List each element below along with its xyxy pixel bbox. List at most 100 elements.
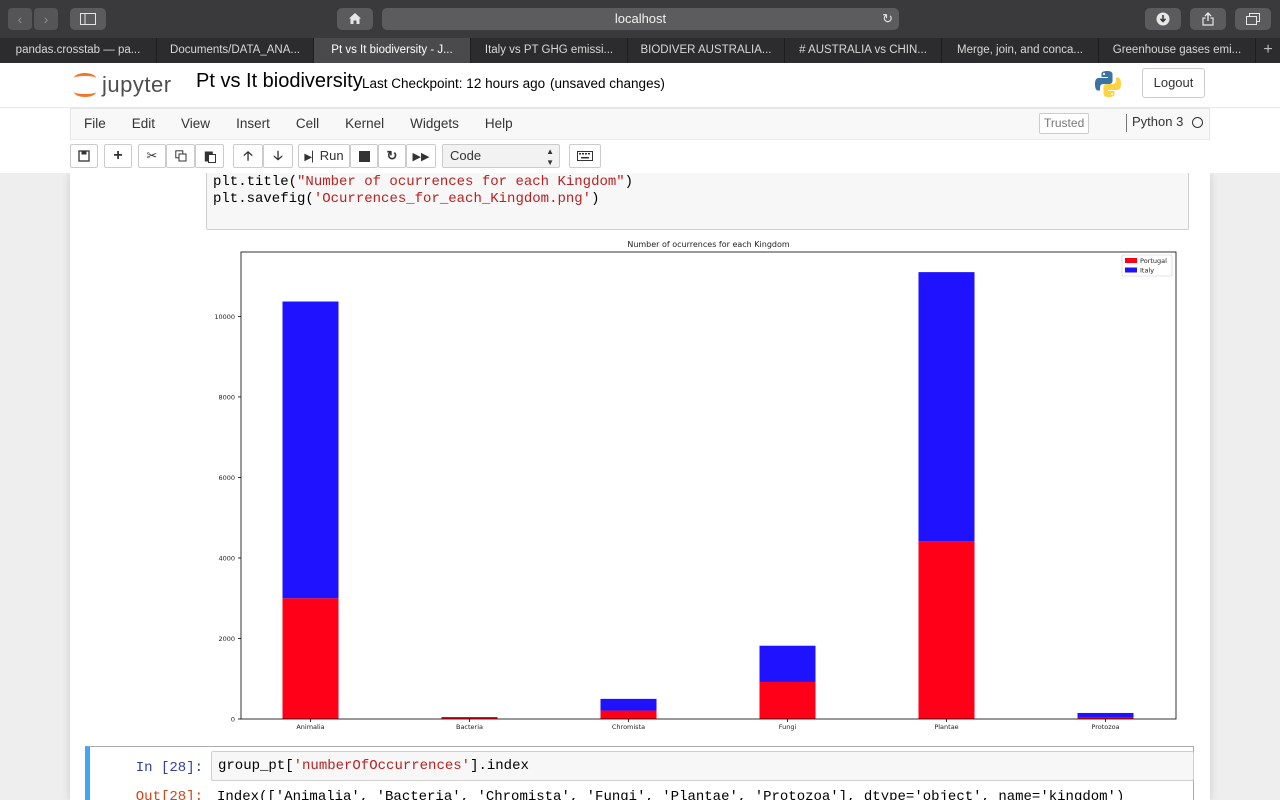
notebook-title[interactable]: Pt vs It biodiversity xyxy=(196,70,363,93)
kernel-name[interactable]: Python 3 xyxy=(1132,114,1183,129)
arrow-down-icon: 🡣 xyxy=(273,148,283,163)
logout-button[interactable]: Logout xyxy=(1142,68,1205,98)
x-tick-label: Protozoa xyxy=(1091,723,1119,731)
address-bar[interactable]: localhost ↻ xyxy=(382,8,899,30)
reload-icon[interactable]: ↻ xyxy=(882,8,893,30)
home-icon xyxy=(349,13,361,24)
command-palette-button[interactable] xyxy=(569,144,601,168)
paste-cells-button[interactable] xyxy=(195,144,224,168)
menubar-container: File Edit View Insert Cell Kernel Widget… xyxy=(0,107,1280,173)
bar-italy-chromista xyxy=(600,698,657,711)
code-input-area[interactable]: group_pt['numberOfOccurrences'].index xyxy=(211,751,1194,781)
bar-portugal-fungi xyxy=(759,681,816,719)
y-tick-label: 2000 xyxy=(218,635,235,643)
restart-run-all-button[interactable]: ▶▶ xyxy=(406,144,436,168)
x-tick-label: Plantae xyxy=(934,723,958,731)
save-button[interactable] xyxy=(70,144,98,168)
checkpoint-status: Last Checkpoint: 12 hours ago xyxy=(362,76,546,91)
y-tick-label: 6000 xyxy=(218,474,235,482)
menu-widgets[interactable]: Widgets xyxy=(397,109,472,139)
plus-icon: + xyxy=(113,147,123,164)
copy-icon xyxy=(174,150,186,162)
jupyter-logo-text: jupyter xyxy=(102,72,172,97)
jupyter-logo[interactable]: jupyter xyxy=(74,69,172,101)
keyboard-icon xyxy=(577,151,593,161)
legend-swatch xyxy=(1125,258,1137,263)
move-cell-up-button[interactable]: 🡡 xyxy=(233,144,263,168)
x-tick-label: Bacteria xyxy=(456,723,483,731)
step-forward-icon: ▶▏ xyxy=(304,152,320,163)
menu-help[interactable]: Help xyxy=(472,109,526,139)
jupyter-logo-icon xyxy=(74,71,96,99)
forward-button[interactable]: › xyxy=(34,8,58,30)
scissors-icon: ✂ xyxy=(146,148,158,163)
input-prompt: In [28]: xyxy=(135,760,203,776)
browser-tab-strip: pandas.crosstab — pa... Documents/DATA_A… xyxy=(0,38,1280,63)
menu-file[interactable]: File xyxy=(71,109,119,139)
browser-tab[interactable]: Italy vs PT GHG emissi... xyxy=(471,38,628,63)
menu-edit[interactable]: Edit xyxy=(119,109,168,139)
downloads-button[interactable] xyxy=(1145,8,1181,30)
share-button[interactable] xyxy=(1190,8,1226,30)
bar-portugal-animalia xyxy=(282,598,339,719)
sidebar-icon xyxy=(80,13,96,25)
browser-tab[interactable]: pandas.crosstab — pa... xyxy=(0,38,157,63)
plot-frame xyxy=(240,251,1177,720)
paste-icon xyxy=(204,151,216,163)
bar-italy-plantae xyxy=(918,272,975,542)
menu-view[interactable]: View xyxy=(168,109,223,139)
cell-type-value: Code xyxy=(450,148,482,163)
restart-kernel-button[interactable]: ↻ xyxy=(378,144,406,168)
move-cell-down-button[interactable]: 🡣 xyxy=(263,144,293,168)
output-prompt: Out[28]: xyxy=(135,789,203,800)
back-button[interactable]: ‹ xyxy=(8,8,32,30)
run-button[interactable]: ▶▏Run xyxy=(298,144,350,168)
share-icon xyxy=(1202,12,1214,26)
legend-label: Portugal xyxy=(1140,257,1167,265)
autosave-status: (unsaved changes) xyxy=(550,76,665,91)
stop-icon xyxy=(358,151,370,162)
download-icon xyxy=(1156,12,1170,26)
code-cell[interactable]: In [28]: group_pt['numberOfOccurrences']… xyxy=(85,746,1194,800)
restart-icon: ↻ xyxy=(386,148,398,163)
home-button[interactable] xyxy=(337,8,373,30)
browser-tab[interactable]: Greenhouse gases emi... xyxy=(1099,38,1256,63)
insert-cell-below-button[interactable]: + xyxy=(104,144,132,168)
code-line: group_pt['numberOfOccurrences'].index xyxy=(218,758,529,774)
browser-tab[interactable]: Merge, join, and conca... xyxy=(942,38,1099,63)
menu-insert[interactable]: Insert xyxy=(223,109,283,139)
menu-cell[interactable]: Cell xyxy=(283,109,332,139)
cell-output: Index(['Animalia', 'Bacteria', 'Chromist… xyxy=(217,789,1125,800)
menu-kernel[interactable]: Kernel xyxy=(332,109,397,139)
stacked-bar-chart: Number of ocurrences for each Kingdom Ani… xyxy=(214,240,1177,731)
code-line: plt.savefig('Ocurrences_for_each_Kingdom… xyxy=(213,191,600,207)
interrupt-kernel-button[interactable] xyxy=(350,144,378,168)
save-icon xyxy=(78,150,90,162)
bar-italy-protozoa xyxy=(1077,712,1134,718)
cell-type-select[interactable]: Code ▲ ▼ xyxy=(442,144,560,168)
notebook-container: plt.title("Number of ocurrences for each… xyxy=(70,173,1210,800)
browser-tab-active[interactable]: Pt vs It biodiversity - J... xyxy=(314,38,471,63)
kernel-divider xyxy=(1126,114,1127,132)
code-input-area[interactable]: plt.title("Number of ocurrences for each… xyxy=(206,173,1189,230)
trusted-badge[interactable]: Trusted xyxy=(1039,113,1090,134)
address-text: localhost xyxy=(614,11,667,26)
chart-title: Number of ocurrences for each Kingdom xyxy=(627,240,790,249)
copy-cells-button[interactable] xyxy=(166,144,195,168)
browser-tab[interactable]: BIODIVER AUSTRALIA... xyxy=(628,38,785,63)
legend-swatch xyxy=(1125,267,1137,273)
tabs-overview-button[interactable] xyxy=(1235,8,1271,30)
bar-italy-animalia xyxy=(282,301,339,599)
x-tick-label: Animalia xyxy=(296,723,324,731)
y-tick-label: 10000 xyxy=(214,313,235,321)
code-line: plt.title("Number of ocurrences for each… xyxy=(213,174,634,190)
browser-tab[interactable]: # AUSTRALIA vs CHIN... xyxy=(785,38,942,63)
notebook-body: plt.title("Number of ocurrences for each… xyxy=(0,173,1280,800)
sidebar-toggle-button[interactable] xyxy=(70,8,106,30)
browser-toolbar: ‹ › localhost ↻ xyxy=(0,0,1280,38)
cut-cells-button[interactable]: ✂ xyxy=(138,144,166,168)
tabs-icon xyxy=(1246,13,1260,25)
new-tab-button[interactable]: + xyxy=(1256,38,1280,63)
browser-tab[interactable]: Documents/DATA_ANA... xyxy=(157,38,314,63)
fast-forward-icon: ▶▶ xyxy=(412,151,430,163)
